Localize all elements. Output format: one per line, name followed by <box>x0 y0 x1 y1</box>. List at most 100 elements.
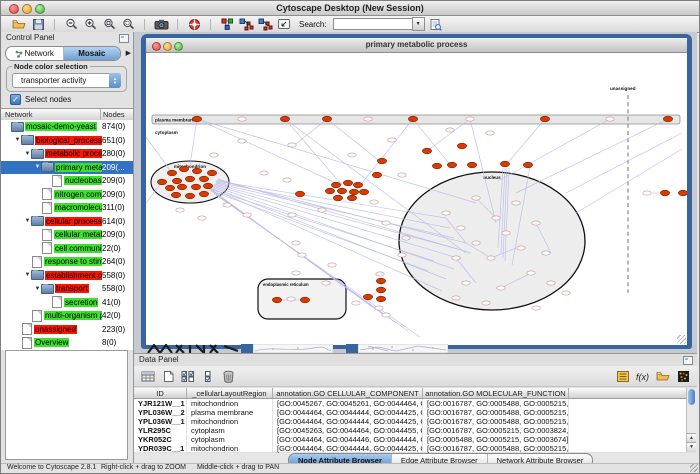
graph-node[interactable] <box>492 216 500 220</box>
graph-node-highlighted[interactable] <box>432 163 441 169</box>
graph-node[interactable] <box>452 256 460 260</box>
background-network-sliver[interactable] <box>358 344 448 353</box>
tree-row[interactable]: cellular metabo209(0) <box>1 228 133 242</box>
network-view-window[interactable]: primary metabolic process plasma membran… <box>141 34 692 349</box>
graph-node-highlighted[interactable] <box>660 190 669 196</box>
view-resize-grip[interactable] <box>677 335 686 344</box>
tree-row[interactable]: ▼cellular process614(0) <box>1 215 133 229</box>
graph-node-highlighted[interactable] <box>325 188 334 194</box>
graph-node[interactable] <box>288 213 296 217</box>
tree-row[interactable]: cell communicat22(0) <box>1 242 133 256</box>
graph-node[interactable] <box>466 117 474 121</box>
graph-node-highlighted[interactable] <box>372 172 381 178</box>
select-attributes-icon[interactable] <box>180 369 196 383</box>
graph-node-highlighted[interactable] <box>157 179 166 185</box>
graph-node[interactable] <box>486 131 494 135</box>
search-dropdown-arrow[interactable]: ▼ <box>412 17 425 31</box>
zoom-selected-icon[interactable] <box>101 17 117 31</box>
graph-node[interactable] <box>452 296 460 300</box>
graph-node[interactable] <box>243 213 251 217</box>
attribute-list-icon[interactable] <box>615 369 631 383</box>
graph-node[interactable] <box>318 208 326 212</box>
graph-node[interactable] <box>562 291 570 295</box>
graph-node[interactable] <box>472 241 480 245</box>
tree-row[interactable]: nucleobase-209(0) <box>1 174 133 188</box>
network-column-header[interactable]: Network <box>1 109 101 120</box>
graph-node[interactable] <box>497 286 505 290</box>
help-ring-icon[interactable] <box>186 17 202 31</box>
import-attributes-icon[interactable] <box>655 369 671 383</box>
graph-node-highlighted[interactable] <box>272 297 281 303</box>
graph-node-highlighted[interactable] <box>377 158 386 164</box>
graph-node[interactable] <box>643 191 651 195</box>
graph-node-highlighted[interactable] <box>540 116 549 122</box>
graph-node-highlighted[interactable] <box>295 191 304 197</box>
snapshot-icon[interactable] <box>153 17 169 31</box>
graph-node[interactable] <box>398 173 406 177</box>
graph-node-highlighted[interactable] <box>457 143 466 149</box>
window-titlebar[interactable]: Cytoscape Desktop (New Session) <box>1 1 699 16</box>
float-panel-icon[interactable] <box>683 356 693 365</box>
tab-mosaic[interactable]: Mosaic <box>63 47 121 60</box>
disclosure-triangle-icon[interactable]: ▼ <box>14 137 21 143</box>
graph-node[interactable] <box>375 306 383 310</box>
table-scrollbar[interactable]: ▲ ▼ <box>686 388 697 452</box>
graph-node[interactable] <box>292 241 300 245</box>
node-color-attribute-select[interactable]: transporter activity ▲▼ <box>12 73 121 88</box>
background-window-corner[interactable] <box>346 344 358 353</box>
graph-node-highlighted[interactable] <box>363 294 372 300</box>
graph-node[interactable] <box>442 211 450 215</box>
graph-node-highlighted[interactable] <box>331 182 340 188</box>
network-overview-icon[interactable] <box>219 17 235 31</box>
graph-node[interactable] <box>292 271 300 275</box>
table-row[interactable]: YLR295Ccytoplasm[GO:0045263, GO:0044464,… <box>134 426 687 435</box>
graph-node[interactable] <box>328 263 336 267</box>
tab-network[interactable]: Network <box>6 47 63 60</box>
graph-node[interactable] <box>388 138 396 142</box>
background-network-sliver[interactable] <box>253 344 333 353</box>
disclosure-triangle-icon[interactable]: ▼ <box>24 218 31 224</box>
graph-node[interactable] <box>457 226 465 230</box>
graph-node[interactable] <box>502 231 510 235</box>
column-header[interactable]: ID <box>134 388 187 398</box>
network-canvas[interactable]: plasma membrane cytoplasm mitochondrion … <box>146 53 687 345</box>
graph-node[interactable] <box>223 203 231 207</box>
graph-node-highlighted[interactable] <box>343 180 352 186</box>
advanced-search-icon[interactable] <box>428 17 444 31</box>
graph-node[interactable] <box>376 272 384 276</box>
tree-row[interactable]: ▼transport558(0) <box>1 282 133 296</box>
disclosure-triangle-icon[interactable]: ▼ <box>34 164 41 170</box>
minimize-window-button[interactable] <box>22 4 32 14</box>
graph-node[interactable] <box>352 301 360 305</box>
graph-node[interactable] <box>238 139 246 143</box>
save-icon[interactable] <box>30 17 46 31</box>
scrollbar-thumb[interactable] <box>688 389 695 405</box>
tree-row[interactable]: response to stimul264(0) <box>1 255 133 269</box>
graph-node[interactable] <box>176 208 184 212</box>
graph-node-highlighted[interactable] <box>337 188 346 194</box>
formula-builder-icon[interactable]: f(x) <box>635 369 651 383</box>
zoom-fit-icon[interactable] <box>120 17 136 31</box>
graph-node[interactable] <box>472 196 480 200</box>
tree-row[interactable]: secretion41(0) <box>1 296 133 310</box>
table-row[interactable]: YPL036W__2plasma membrane[GO:0044464, GO… <box>134 408 687 417</box>
disclosure-triangle-icon[interactable]: ▼ <box>24 272 31 278</box>
zoom-window-button[interactable] <box>35 4 45 14</box>
disclosure-triangle-icon[interactable]: ▼ <box>24 151 31 157</box>
graph-node-highlighted[interactable] <box>199 176 208 182</box>
unselect-attributes-icon[interactable] <box>200 369 216 383</box>
graph-node[interactable] <box>606 117 614 121</box>
graph-node-highlighted[interactable] <box>207 170 216 176</box>
graph-node[interactable] <box>238 117 246 121</box>
graph-node-highlighted[interactable] <box>192 116 201 122</box>
graph-node-highlighted[interactable] <box>167 170 176 176</box>
column-header[interactable]: annotation.GO MOLECULAR_FUNCTION <box>423 388 569 398</box>
graph-node-highlighted[interactable] <box>523 162 532 168</box>
graph-node-highlighted[interactable] <box>280 116 289 122</box>
tree-row[interactable]: multi-organism pro42(0) <box>1 309 133 323</box>
graph-node[interactable] <box>298 253 306 257</box>
graph-node[interactable] <box>446 128 454 132</box>
graph-node[interactable] <box>348 153 356 157</box>
graph-node[interactable] <box>364 117 372 121</box>
graph-node-highlighted[interactable] <box>203 183 212 189</box>
